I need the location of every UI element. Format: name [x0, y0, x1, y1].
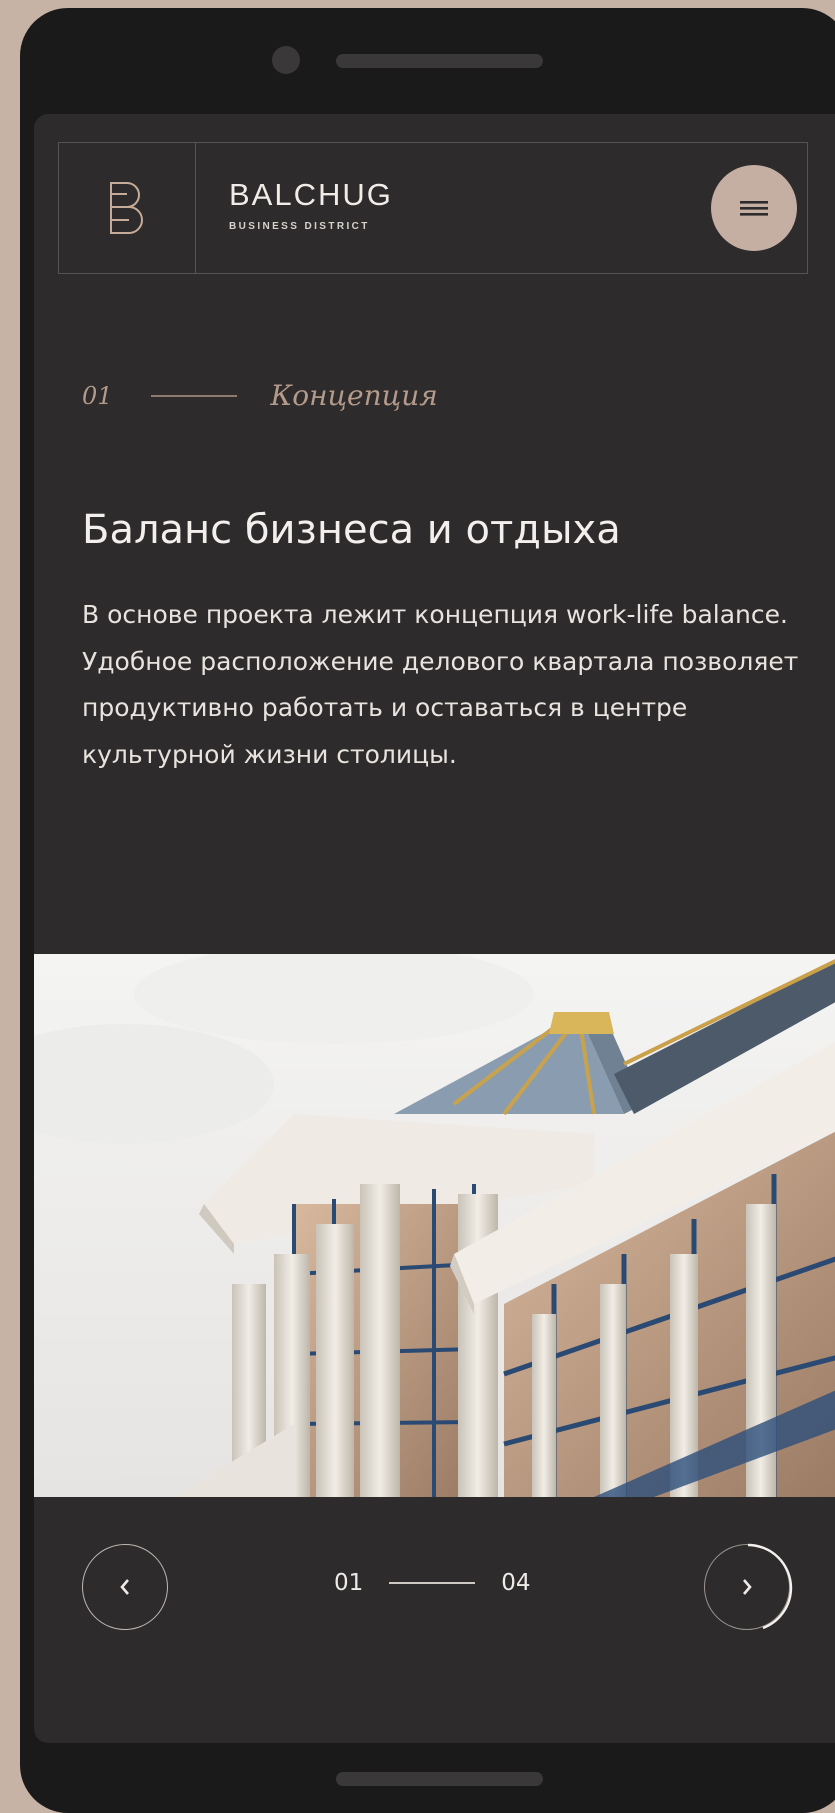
logo-link[interactable]	[59, 143, 196, 273]
hamburger-menu-icon	[740, 201, 768, 216]
section-label: 01 Концепция	[82, 379, 438, 412]
balchug-b-logo-icon	[110, 182, 143, 234]
section-divider	[150, 394, 237, 397]
body-paragraph: В основе проекта лежит концепция work-li…	[82, 600, 799, 769]
page-heading: Баланс бизнеса и отдыха	[82, 507, 621, 553]
slide-counter: 01 04	[334, 1570, 531, 1596]
chevron-left-icon	[120, 1579, 129, 1595]
previous-slide-button[interactable]	[82, 1544, 168, 1630]
screen: BALCHUG BUSINESS DISTRICT 01 Концепция Б…	[34, 114, 835, 1743]
total-slides: 04	[501, 1570, 531, 1596]
brand-name: BALCHUG	[229, 177, 393, 212]
brand[interactable]: BALCHUG BUSINESS DISTRICT	[229, 177, 393, 232]
current-slide: 01	[334, 1570, 364, 1596]
building-illustration	[34, 954, 835, 1497]
speaker-grill	[336, 54, 543, 68]
counter-divider	[389, 1582, 476, 1584]
section-title: Концепция	[270, 379, 438, 412]
section-number: 01	[82, 381, 113, 410]
brand-subtitle: BUSINESS DISTRICT	[229, 221, 370, 232]
site-header: BALCHUG BUSINESS DISTRICT	[58, 142, 808, 274]
phone-frame: BALCHUG BUSINESS DISTRICT 01 Концепция Б…	[20, 8, 835, 1813]
building-facade-photo	[34, 954, 835, 1497]
camera-dot	[272, 46, 300, 74]
progress-ring	[747, 1543, 793, 1630]
menu-button[interactable]	[711, 165, 797, 251]
next-slide-button[interactable]	[704, 1543, 793, 1630]
home-indicator	[336, 1772, 543, 1786]
